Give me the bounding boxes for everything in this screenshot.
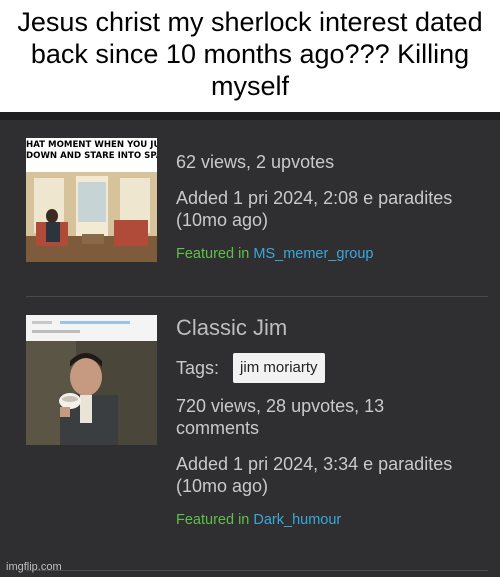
post-meta: 62 views, 2 upvotes Added 1 pri 2024, 2:… [176, 151, 452, 265]
tag-chip[interactable]: jim moriarty [233, 353, 325, 383]
featured-in: Featured in Dark_humour [176, 509, 452, 531]
post-added-ago: (10mo ago) [176, 476, 269, 496]
post-stats: 720 views, 28 upvotes, 13 [176, 396, 385, 416]
post-tags: Tags: jim moriarty [176, 353, 452, 383]
featured-label: Featured in [176, 246, 250, 262]
post-thumbnail[interactable]: HAT MOMENT WHEN YOU JUS DOWN AND STARE I… [26, 138, 157, 262]
featured-stream-link[interactable]: Dark_humour [253, 512, 341, 528]
post-stats: 62 views, 2 upvotes [176, 152, 335, 172]
post-added-ago: (10mo ago) [176, 210, 269, 230]
post-divider [26, 570, 488, 571]
meme-caption: Jesus christ my sherlock interest dated … [0, 0, 500, 112]
post-stats-cont: comments [176, 418, 260, 438]
featured-in: Featured in MS_memer_group [176, 243, 452, 265]
featured-label: Featured in [176, 512, 250, 528]
thumbnail-caption: HAT MOMENT WHEN YOU JUS DOWN AND STARE I… [26, 138, 157, 172]
screenshot-top-edge [0, 112, 500, 120]
post-added-date: Added 1 pri 2024, 3:34 e paradites [176, 454, 453, 474]
imgflip-watermark: imgflip.com [6, 561, 62, 573]
featured-stream-link[interactable]: MS_memer_group [253, 246, 373, 262]
post-divider [26, 296, 488, 297]
thumbnail-image [26, 315, 157, 445]
tags-label: Tags: [176, 358, 220, 378]
post-meta: Classic Jim Tags: jim moriarty 720 views… [176, 317, 452, 531]
post-thumbnail[interactable] [26, 315, 157, 445]
post-added-date: Added 1 pri 2024, 2:08 e paradites [176, 188, 453, 208]
post-title[interactable]: Classic Jim [176, 317, 452, 339]
